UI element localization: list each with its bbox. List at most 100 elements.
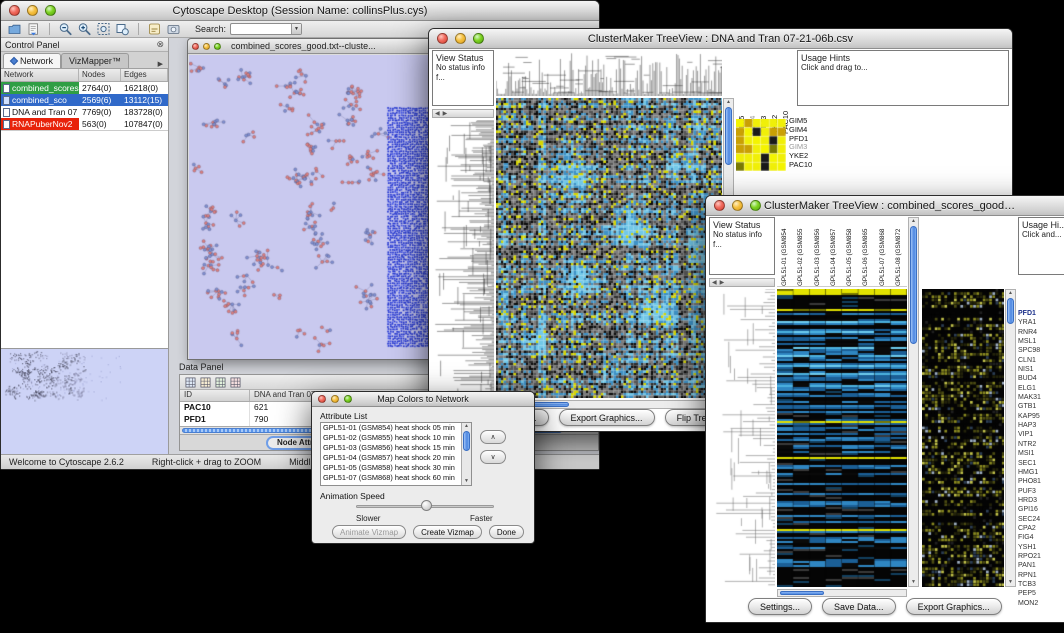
animate-vizmap-button: Animate Vizmap (332, 525, 406, 539)
zoom-region-icon[interactable] (115, 22, 130, 36)
heatmap-vscrollbar: ▲ ▼ (908, 217, 919, 587)
scroll-right-icon[interactable]: ▶ (443, 110, 448, 117)
attribute-id-cell: PFD1 (180, 414, 250, 426)
network-list-row[interactable]: combined_scores2764(0)16218(0) (1, 82, 168, 94)
delete-column-icon[interactable] (230, 377, 241, 388)
zoom-window-icon[interactable] (344, 395, 352, 403)
scroll-up-icon[interactable]: ▲ (724, 99, 733, 106)
minimize-window-icon[interactable] (732, 200, 743, 211)
scroll-up-icon[interactable]: ▲ (909, 218, 918, 225)
scroll-up-icon[interactable]: ▲ (1006, 290, 1015, 297)
snapshot-icon[interactable] (166, 22, 181, 36)
vscroll-thumb[interactable] (1007, 298, 1014, 324)
tab-network[interactable]: Network (3, 53, 61, 68)
create-vizmap-button[interactable]: Create Vizmap (413, 525, 482, 539)
treeview-dna-titlebar[interactable]: ClusterMaker TreeView : DNA and Tran 07-… (429, 29, 1012, 49)
heatmap-canvas[interactable] (777, 289, 907, 587)
minimize-window-icon[interactable] (331, 395, 339, 403)
zoom-out-icon[interactable] (58, 22, 73, 36)
close-window-icon[interactable] (318, 395, 326, 403)
status-message: Right-click + drag to ZOOM (152, 457, 261, 467)
control-panel: Control Panel ⊗ Network VizMapper™ ▶ Net… (1, 38, 169, 454)
move-up-button[interactable]: ∧ (480, 430, 506, 444)
scroll-down-icon[interactable]: ▼ (1006, 579, 1015, 586)
vscroll-thumb[interactable] (910, 226, 917, 344)
close-window-icon[interactable] (714, 200, 725, 211)
hscroll-thumb[interactable] (780, 591, 824, 595)
network-graph-canvas[interactable] (189, 55, 431, 359)
export-graphics-button[interactable]: Export Graphics... (559, 409, 655, 426)
network-overview-canvas[interactable] (1, 348, 168, 454)
close-icon[interactable]: ⊗ (156, 39, 164, 50)
open-folder-icon[interactable] (7, 22, 22, 36)
attribute-list-item[interactable]: GPL51-07 (GSM868) heat shock 60 min (321, 473, 461, 483)
vscroll-thumb[interactable] (463, 431, 470, 451)
combo-arrow-icon[interactable]: ▼ (291, 24, 301, 34)
vscroll-thumb[interactable] (725, 107, 732, 165)
network-list-row[interactable]: RNAPuberNov2563(0)107847(0) (1, 118, 168, 130)
zoom-window-icon[interactable] (750, 200, 761, 211)
scroll-down-icon[interactable]: ▼ (462, 478, 471, 485)
save-data-button[interactable]: Save Data... (822, 598, 896, 615)
cluster-matrix-canvas[interactable] (736, 119, 786, 171)
usage-hints-title: Usage Hints (801, 53, 1005, 63)
document-icon (3, 108, 10, 117)
inner-window-controls (192, 43, 221, 50)
gene-label: KAP95 (1018, 412, 1064, 421)
scroll-down-icon[interactable]: ▼ (909, 579, 918, 586)
minimize-window-icon[interactable] (27, 5, 38, 16)
move-down-button[interactable]: ∨ (480, 450, 506, 464)
attribute-list-item[interactable]: GPL51-04 (GSM857) heat shock 20 min (321, 453, 461, 463)
dialog-titlebar[interactable]: Map Colors to Network (312, 392, 534, 407)
network-view-titlebar[interactable]: combined_scores_good.txt--cluste... (188, 39, 432, 54)
heatmap-canvas[interactable] (496, 98, 722, 398)
attribute-list-item[interactable]: GPL51-05 (GSM858) heat shock 30 min (321, 463, 461, 473)
close-window-icon[interactable] (9, 5, 20, 16)
cytoscape-titlebar[interactable]: Cytoscape Desktop (Session Name: collins… (1, 1, 599, 21)
export-graphics-button[interactable]: Export Graphics... (906, 598, 1002, 615)
tab-overflow-icon[interactable]: ▶ (153, 60, 168, 68)
network-view-title: combined_scores_good.txt--cluste... (231, 41, 376, 51)
row-tree-hscrollbar[interactable]: ◀ ▶ (432, 109, 494, 118)
done-button[interactable]: Done (489, 525, 524, 539)
network-name-cell: combined_scores (1, 82, 79, 94)
attribute-list-item[interactable]: GPL51-02 (GSM855) heat shock 10 min (321, 433, 461, 443)
table-icon[interactable] (185, 377, 196, 388)
row-tree-hscrollbar[interactable]: ◀ ▶ (709, 278, 775, 287)
zoom-window-icon[interactable] (214, 43, 221, 50)
dialog-title: Map Colors to Network (352, 394, 494, 404)
network-nodes-cell: 2764(0) (79, 83, 121, 93)
network-table-header: NetworkNodesEdges (1, 69, 168, 82)
zoom-in-icon[interactable] (77, 22, 92, 36)
close-window-icon[interactable] (192, 43, 199, 50)
matrix-icon[interactable] (215, 377, 226, 388)
tab-vizmapper[interactable]: VizMapper™ (61, 53, 129, 68)
minimize-window-icon[interactable] (203, 43, 210, 50)
minimize-window-icon[interactable] (455, 33, 466, 44)
scroll-left-icon[interactable]: ◀ (435, 110, 440, 117)
import-icon[interactable] (26, 22, 41, 36)
column-dendrogram-canvas[interactable] (496, 50, 722, 96)
attribute-list-item[interactable]: GPL51-01 (GSM854) heat shock 05 min (321, 423, 461, 433)
close-window-icon[interactable] (437, 33, 448, 44)
settings-button[interactable]: Settings... (748, 598, 812, 615)
network-list-row[interactable]: combined_sco2569(6)13112(15) (1, 94, 168, 106)
scroll-up-icon[interactable]: ▲ (462, 423, 471, 430)
scroll-right-icon[interactable]: ▶ (720, 279, 725, 286)
zoom-window-icon[interactable] (473, 33, 484, 44)
treeview-combined-titlebar[interactable]: ClusterMaker TreeView : combined_scores_… (706, 196, 1064, 216)
attribute-list-item[interactable]: GPL51-03 (GSM856) heat shock 15 min (321, 443, 461, 453)
zoom-window-icon[interactable] (45, 5, 56, 16)
network-table-header-cell: Network (1, 69, 79, 81)
gene-label: MAK31 (1018, 393, 1064, 402)
network-list-row[interactable]: DNA and Tran 077769(0)183728(0) (1, 106, 168, 118)
scroll-left-icon[interactable]: ◀ (712, 279, 717, 286)
row-dendrogram-canvas[interactable] (432, 120, 494, 398)
attribute-table-icon[interactable] (200, 377, 211, 388)
search-input[interactable]: ▼ (230, 23, 302, 35)
slider-thumb[interactable] (421, 500, 432, 511)
annotation-icon[interactable] (147, 22, 162, 36)
zoom-fit-icon[interactable] (96, 22, 111, 36)
secondary-heatmap-canvas[interactable] (922, 289, 1004, 587)
row-dendrogram-canvas[interactable] (709, 289, 775, 587)
